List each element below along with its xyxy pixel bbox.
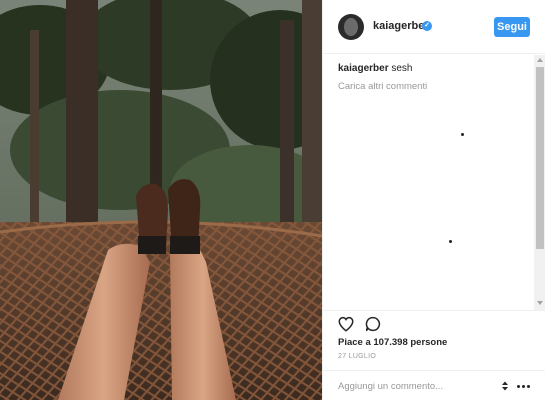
comment-bubble-icon[interactable] xyxy=(364,315,382,333)
load-more-comments-link[interactable]: Carica altri commenti xyxy=(338,81,427,92)
scrollbar-thumb[interactable] xyxy=(536,67,544,249)
post-photo[interactable] xyxy=(0,0,322,400)
loading-dot xyxy=(449,240,452,243)
post-side-panel: kaiagerber ✓ Segui kaiagerber sesh Caric… xyxy=(322,0,545,400)
comment-input[interactable] xyxy=(338,378,488,394)
heart-icon[interactable] xyxy=(337,315,355,333)
avatar[interactable] xyxy=(338,14,364,40)
scroll-down-arrow-icon[interactable] xyxy=(537,301,543,305)
follow-button[interactable]: Segui xyxy=(494,17,530,37)
username-link[interactable]: kaiagerber xyxy=(373,20,429,32)
loading-dot xyxy=(461,133,464,136)
caption: kaiagerber sesh xyxy=(338,63,413,74)
verified-badge-icon: ✓ xyxy=(422,21,432,31)
scroll-up-arrow-icon[interactable] xyxy=(537,58,543,62)
post-image xyxy=(0,0,322,400)
post-date: 27 LUGLIO xyxy=(338,353,377,360)
likes-count[interactable]: Piace a 107.398 persone xyxy=(338,337,447,348)
post-header: kaiagerber ✓ Segui xyxy=(323,0,545,54)
post-actions: Piace a 107.398 persone 27 LUGLIO xyxy=(323,310,545,370)
caption-text: sesh xyxy=(391,63,413,74)
comments-section: kaiagerber sesh Carica altri commenti xyxy=(323,55,533,310)
caption-username[interactable]: kaiagerber xyxy=(338,63,389,74)
more-options-icon[interactable] xyxy=(517,385,531,388)
comments-scrollbar[interactable] xyxy=(534,55,545,310)
add-comment-bar xyxy=(323,370,545,400)
spinner-arrows-icon[interactable] xyxy=(501,380,509,392)
